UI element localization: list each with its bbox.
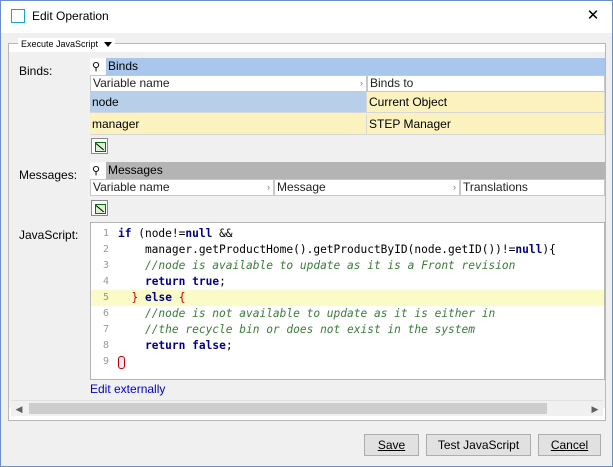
messages-col-translations[interactable]: Translations <box>460 179 605 196</box>
save-button[interactable]: Save <box>364 434 419 456</box>
binds-row-0-variable[interactable]: node <box>90 92 367 113</box>
line-number: 9 <box>102 356 109 367</box>
line-number: 4 <box>102 276 109 287</box>
line-number: 2 <box>102 244 109 255</box>
binds-col-binds-to[interactable]: Binds to <box>367 75 605 92</box>
javascript-label: JavaScript: <box>19 228 79 242</box>
chevron-right-icon: › <box>453 182 456 192</box>
line-number: 3 <box>102 260 109 271</box>
binds-row-1-variable[interactable]: manager <box>90 114 367 135</box>
code-line: 3 //node is available to update as it is… <box>91 258 604 274</box>
panel-header-label: Execute JavaScript <box>21 39 99 49</box>
code-line-highlighted: 5 } else { <box>91 290 604 306</box>
pin-icon[interactable]: ⚲ <box>92 164 106 177</box>
window-title: Edit Operation <box>32 9 109 23</box>
messages-table-title: Messages <box>106 162 605 179</box>
horizontal-scrollbar[interactable]: ◀ ▶ <box>11 400 603 416</box>
panel-body: Binds: ⚲ Binds Variable name › Binds to … <box>9 52 605 416</box>
pin-icon[interactable]: ⚲ <box>92 60 106 73</box>
binds-row-0-binds-to[interactable]: Current Object <box>367 92 605 113</box>
test-javascript-button[interactable]: Test JavaScript <box>426 434 531 456</box>
javascript-editor[interactable]: 1 if (node!=null && 2 manager.getProductH… <box>90 222 605 380</box>
edit-operation-dialog: Edit Operation ✕ Execute JavaScript Bind… <box>0 0 613 467</box>
edit-messages-button[interactable] <box>91 200 108 216</box>
window-icon <box>11 9 25 23</box>
chevron-down-icon <box>104 41 113 47</box>
binds-row-1-binds-to[interactable]: STEP Manager <box>367 114 605 135</box>
code-line: 9 <box>91 354 604 370</box>
cancel-button[interactable]: Cancel <box>538 434 601 456</box>
execute-javascript-panel: Execute JavaScript Binds: ⚲ Binds Variab… <box>8 38 606 421</box>
bracket-match-marker <box>118 355 125 369</box>
line-number: 5 <box>102 292 109 303</box>
edit-binds-button[interactable] <box>91 138 108 154</box>
code-line: 4 return true; <box>91 274 604 290</box>
messages-table-header: ⚲ Messages <box>90 162 605 179</box>
binds-table-title: Binds <box>106 58 605 75</box>
edit-externally-link[interactable]: Edit externally <box>90 382 165 396</box>
code-line: 6 //node is not available to update as i… <box>91 306 604 322</box>
binds-label: Binds: <box>19 64 53 78</box>
scroll-right-icon[interactable]: ▶ <box>588 404 602 415</box>
close-button[interactable]: ✕ <box>580 5 606 27</box>
binds-table-header: ⚲ Binds <box>90 58 605 75</box>
binds-col-variable[interactable]: Variable name › <box>90 75 367 92</box>
line-number: 6 <box>102 308 109 319</box>
title-bar: Edit Operation ✕ <box>1 1 612 33</box>
chevron-right-icon: › <box>360 78 363 88</box>
cancel-button-label: Cancel <box>550 438 589 452</box>
messages-col-message-label: Message <box>277 180 326 194</box>
code-line: 7 //the recycle bin or does not exist in… <box>91 322 604 338</box>
code-line: 8 return false; <box>91 338 604 354</box>
messages-col-translations-label: Translations <box>463 180 528 194</box>
chevron-right-icon: › <box>267 182 270 192</box>
messages-label: Messages: <box>19 168 78 182</box>
scroll-left-icon[interactable]: ◀ <box>12 404 26 415</box>
messages-col-variable-label: Variable name <box>93 180 170 194</box>
code-line: 1 if (node!=null && <box>91 226 604 242</box>
binds-col-binds-to-label: Binds to <box>370 76 414 90</box>
panel-header-dropdown[interactable]: Execute JavaScript <box>18 38 116 50</box>
binds-col-variable-label: Variable name <box>93 76 170 90</box>
messages-col-message[interactable]: Message › <box>274 179 460 196</box>
messages-col-variable[interactable]: Variable name › <box>90 179 274 196</box>
line-number: 8 <box>102 340 109 351</box>
save-button-label: Save <box>377 438 406 452</box>
line-number: 1 <box>102 228 109 239</box>
line-number: 7 <box>102 324 109 335</box>
code-line: 2 manager.getProductHome().getProductByI… <box>91 242 604 258</box>
scrollbar-thumb[interactable] <box>29 403 547 414</box>
